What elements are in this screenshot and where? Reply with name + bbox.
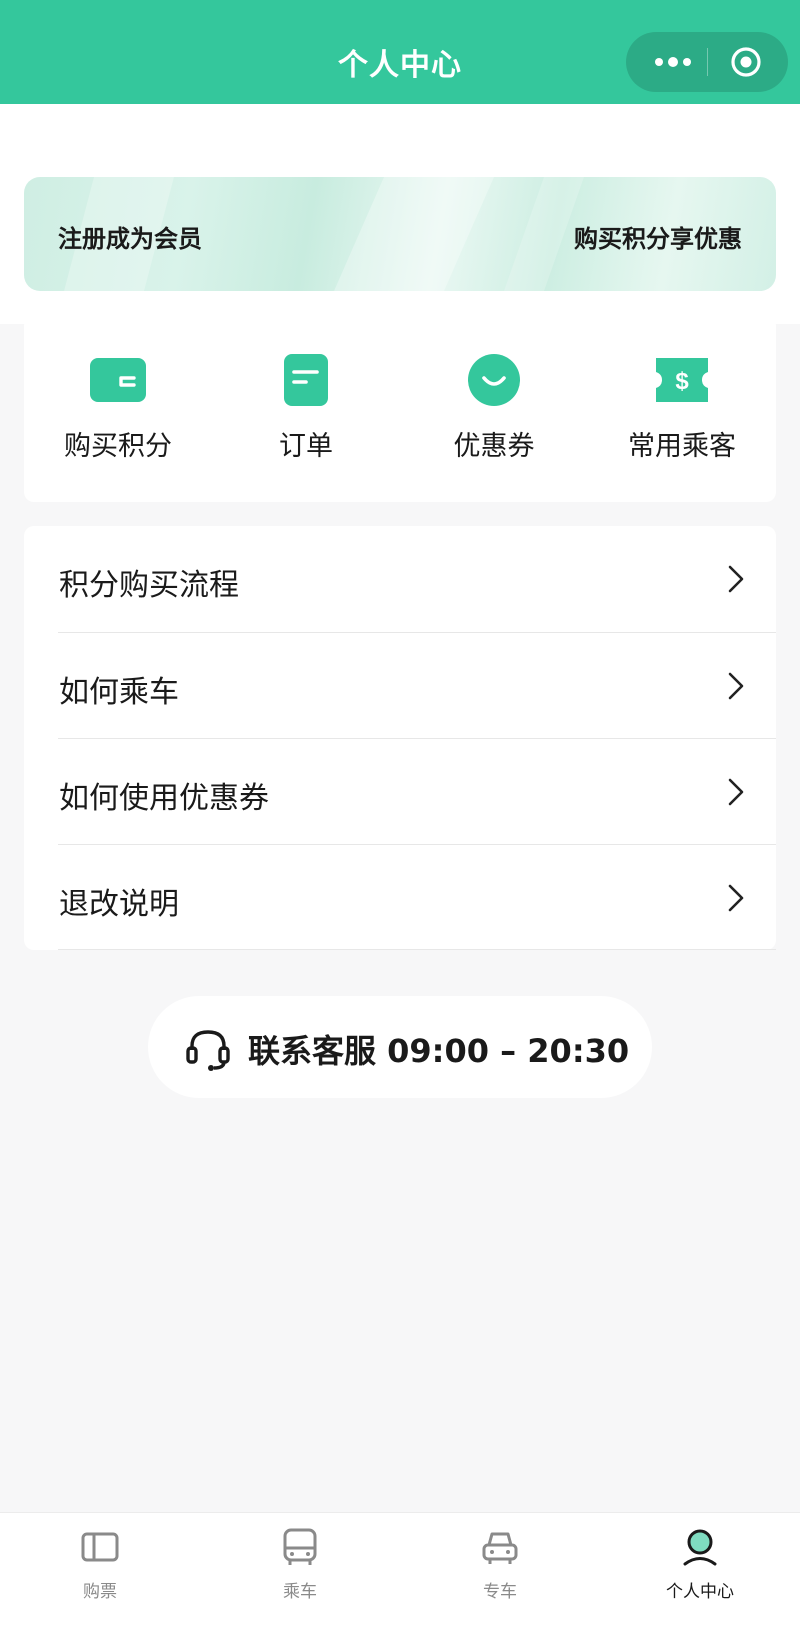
tab-label: 个人中心 <box>666 1582 734 1602</box>
chevron-right-icon <box>728 778 744 806</box>
tab-label: 专车 <box>483 1582 517 1602</box>
shortcut-panel: 购买积分 订单 优惠券 $ 常用乘客 <box>24 316 776 502</box>
menu-item-points-purchase-process[interactable]: 积分购买流程 <box>24 526 776 632</box>
shortcut-label: 常用乘客 <box>628 431 736 462</box>
tab-personal-center[interactable]: 个人中心 <box>600 1513 800 1625</box>
tab-ride[interactable]: 乘车 <box>200 1513 400 1625</box>
target-close-icon[interactable] <box>730 46 762 78</box>
more-dots-icon[interactable] <box>648 46 698 78</box>
menu-item-label: 如何乘车 <box>59 675 179 710</box>
member-banner[interactable]: 注册成为会员 购买积分享优惠 <box>24 177 776 291</box>
shortcut-label: 订单 <box>279 431 333 462</box>
register-member-text[interactable]: 注册成为会员 <box>58 219 202 254</box>
car-icon <box>482 1532 518 1564</box>
menu-item-how-to-ride[interactable]: 如何乘车 <box>24 633 776 739</box>
tab-buy-ticket[interactable]: 购票 <box>0 1513 200 1625</box>
tab-private-car[interactable]: 专车 <box>400 1513 600 1625</box>
ticket-icon <box>81 1532 119 1562</box>
tab-label: 购票 <box>83 1582 117 1602</box>
shortcut-frequent-passengers[interactable]: $ 常用乘客 <box>588 316 776 502</box>
buy-points-discount-text[interactable]: 购买积分享优惠 <box>574 219 742 254</box>
shortcut-orders[interactable]: 订单 <box>212 316 400 502</box>
menu-item-label: 积分购买流程 <box>59 568 239 603</box>
menu-item-refund-change-policy[interactable]: 退改说明 <box>24 845 776 951</box>
menu-divider <box>58 949 776 950</box>
smile-coupon-icon <box>468 354 520 406</box>
mini-program-capsule <box>626 32 788 92</box>
wallet-icon <box>90 358 146 402</box>
capsule-divider <box>707 48 708 76</box>
contact-customer-service-button[interactable]: 联系客服 09:00 – 20:30 <box>148 996 652 1098</box>
top-navigation-bar: 个人中心 <box>0 0 800 104</box>
profile-icon <box>683 1529 717 1566</box>
shortcut-coupons[interactable]: 优惠券 <box>400 316 588 502</box>
chevron-right-icon <box>728 884 744 912</box>
bus-icon <box>283 1528 317 1565</box>
bottom-tab-bar: 购票 乘车 专车 个人中心 <box>0 1512 800 1625</box>
menu-item-label: 如何使用优惠券 <box>59 781 269 816</box>
menu-item-how-to-use-coupons[interactable]: 如何使用优惠券 <box>24 739 776 845</box>
shortcut-label: 优惠券 <box>453 431 535 462</box>
tab-label: 乘车 <box>283 1582 317 1602</box>
chevron-right-icon <box>728 672 744 700</box>
ticket-dollar-icon: $ <box>656 358 708 402</box>
help-menu-list: 积分购买流程 如何乘车 如何使用优惠券 退改说明 <box>24 526 776 950</box>
chevron-right-icon <box>728 565 744 593</box>
shortcut-label: 购买积分 <box>64 431 172 462</box>
headset-icon <box>186 1030 230 1071</box>
menu-item-label: 退改说明 <box>59 887 179 922</box>
svg-text:$: $ <box>675 368 689 395</box>
shortcut-buy-points[interactable]: 购买积分 <box>24 316 212 502</box>
order-document-icon <box>284 354 328 406</box>
service-hours-text: 联系客服 09:00 – 20:30 <box>248 1032 630 1070</box>
